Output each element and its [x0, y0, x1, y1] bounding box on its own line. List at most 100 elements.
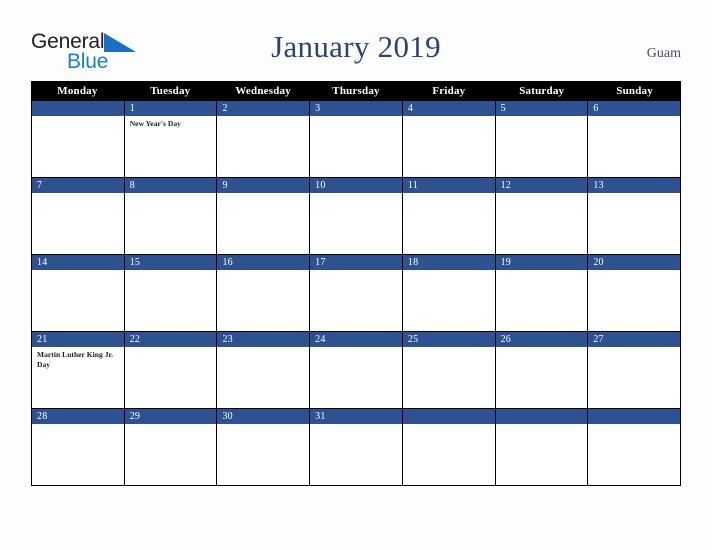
day-cell-22[interactable]: 22: [124, 332, 218, 408]
day-body: [588, 193, 680, 254]
day-number: 16: [217, 255, 310, 270]
day-number: 10: [310, 178, 402, 193]
day-number: 30: [217, 409, 310, 424]
day-cell-10[interactable]: 10: [310, 178, 403, 254]
day-cell-empty[interactable]: [32, 101, 125, 177]
calendar-week-row: 1 New Year's Day 2 3 4 5 6: [31, 101, 682, 178]
day-cell-14[interactable]: 14: [32, 255, 125, 331]
day-number: 25: [402, 332, 495, 347]
day-cell-5[interactable]: 5: [495, 101, 589, 177]
day-body: [496, 270, 588, 331]
day-body: [496, 347, 588, 408]
calendar-week-rows: 1 New Year's Day 2 3 4 5 6 7 8 9 10 11 12 13 14 15 16 17 1…: [31, 101, 682, 486]
day-body: [588, 270, 680, 331]
day-body: [217, 193, 309, 254]
calendar-week-row: 7 8 9 10 11 12 13: [31, 178, 682, 255]
day-cell-empty[interactable]: [402, 409, 496, 485]
day-cell-16[interactable]: 16: [217, 255, 311, 331]
day-number: 18: [402, 255, 495, 270]
calendar-grid: Monday Tuesday Wednesday Thursday Friday Satu…: [31, 81, 682, 486]
day-number: [32, 101, 124, 116]
day-number: 24: [310, 332, 402, 347]
day-cell-12[interactable]: 12: [495, 178, 589, 254]
day-cell-29[interactable]: 29: [124, 409, 218, 485]
day-body: [588, 116, 680, 177]
day-cell-31[interactable]: 31: [310, 409, 403, 485]
location-label: Guam: [646, 46, 681, 61]
weekday-header-sunday: Sunday: [616, 85, 653, 97]
day-body: [217, 347, 309, 408]
day-number: 4: [402, 101, 495, 116]
day-number: 1: [124, 101, 217, 116]
day-body: [403, 347, 495, 408]
weekday-header-saturday: Saturday: [519, 85, 565, 97]
day-cell-4[interactable]: 4: [402, 101, 496, 177]
day-cell-17[interactable]: 17: [310, 255, 403, 331]
day-cell-18[interactable]: 18: [402, 255, 496, 331]
day-number: 15: [124, 255, 217, 270]
day-cell-20[interactable]: 20: [588, 255, 682, 331]
day-body: [125, 270, 217, 331]
day-cell-24[interactable]: 24: [310, 332, 403, 408]
day-number: 5: [495, 101, 588, 116]
day-body: [217, 116, 309, 177]
day-body: [310, 116, 402, 177]
day-cell-empty[interactable]: [495, 409, 589, 485]
day-cell-13[interactable]: 13: [588, 178, 682, 254]
day-number: 12: [495, 178, 588, 193]
day-body: [125, 424, 217, 485]
day-cell-8[interactable]: 8: [124, 178, 218, 254]
day-cell-6[interactable]: 6: [588, 101, 682, 177]
day-number: 11: [402, 178, 495, 193]
day-cell-23[interactable]: 23: [217, 332, 311, 408]
day-number: 23: [217, 332, 310, 347]
day-cell-15[interactable]: 15: [124, 255, 218, 331]
day-number: 8: [124, 178, 217, 193]
day-body: [32, 424, 124, 485]
day-body: [310, 193, 402, 254]
day-cell-11[interactable]: 11: [402, 178, 496, 254]
day-cell-26[interactable]: 26: [495, 332, 589, 408]
weekday-header-wednesday: Wednesday: [235, 85, 291, 97]
day-cell-21[interactable]: 21 Martin Luther King Jr. Day: [32, 332, 125, 408]
day-number: 22: [124, 332, 217, 347]
day-number: 20: [588, 255, 681, 270]
day-body: [217, 270, 309, 331]
day-number: 19: [495, 255, 588, 270]
page-header: General Blue January 2019 Guam: [0, 0, 712, 80]
day-number: 2: [217, 101, 310, 116]
day-cell-empty[interactable]: [588, 409, 682, 485]
day-number: [402, 409, 495, 424]
day-body: [588, 424, 680, 485]
day-body: [125, 193, 217, 254]
day-cell-19[interactable]: 19: [495, 255, 589, 331]
day-number: [495, 409, 588, 424]
day-cell-1[interactable]: 1 New Year's Day: [124, 101, 218, 177]
day-cell-9[interactable]: 9: [217, 178, 311, 254]
day-body: [403, 270, 495, 331]
day-cell-28[interactable]: 28: [32, 409, 125, 485]
day-cell-7[interactable]: 7: [32, 178, 125, 254]
day-body: [310, 270, 402, 331]
weekday-header-row: Monday Tuesday Wednesday Thursday Friday Satu…: [31, 81, 681, 101]
day-event-label: Martin Luther King Jr. Day: [37, 350, 114, 369]
day-cell-2[interactable]: 2: [217, 101, 311, 177]
day-body: [496, 116, 588, 177]
day-number: 6: [588, 101, 681, 116]
day-cell-30[interactable]: 30: [217, 409, 311, 485]
day-number: 14: [32, 255, 124, 270]
day-body: [310, 347, 402, 408]
calendar-week-row: 21 Martin Luther King Jr. Day 22 23 24 25 26 27: [31, 332, 682, 409]
day-cell-27[interactable]: 27: [588, 332, 682, 408]
day-body: [32, 116, 124, 177]
day-number: 17: [310, 255, 402, 270]
day-body: [496, 424, 588, 485]
day-number: 3: [310, 101, 402, 116]
day-body: [32, 270, 124, 331]
day-number: [588, 409, 681, 424]
day-body: New Year's Day: [125, 116, 217, 177]
day-number: 13: [588, 178, 681, 193]
day-body: [588, 347, 680, 408]
day-cell-25[interactable]: 25: [402, 332, 496, 408]
day-cell-3[interactable]: 3: [310, 101, 403, 177]
